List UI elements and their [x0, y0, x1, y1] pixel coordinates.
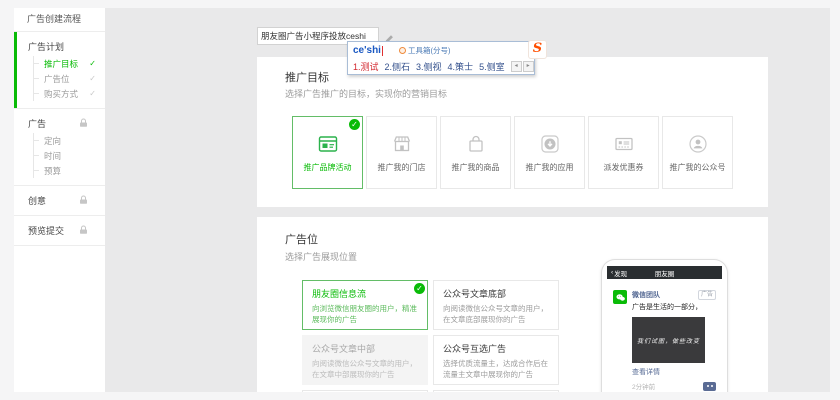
goal-card-coupon[interactable]: 派发优惠券 — [588, 116, 659, 189]
placement-option-article-bottom[interactable]: 公众号文章底部 向阅读微信公众号文章的用户，在文章底部展现你的广告 — [433, 280, 559, 330]
steps-sidebar: 广告创建流程 广告计划 推广目标 ✓ 广告位 ✓ 购买方式 ✓ 广告 — [14, 8, 105, 392]
sidebar-item-plan[interactable]: 广告计划 — [14, 38, 105, 54]
placement-option-article-middle: 公众号文章中部 向阅读微信公众号文章的用户，在文章中部展现你的广告 — [302, 335, 428, 385]
toolbox-icon — [399, 47, 406, 54]
sidebar-section-creative: 创意 — [14, 186, 105, 216]
wechat-team-avatar — [613, 290, 627, 304]
comment-dots-icon — [703, 382, 716, 391]
check-icon: ✓ — [89, 59, 96, 68]
ime-candidate-1[interactable]: 1.测试 — [353, 60, 379, 73]
goal-section-subtitle: 选择广告推广的目标，实现你的营销目标 — [285, 87, 447, 100]
sidebar-item-goal[interactable]: 推广目标 ✓ — [34, 56, 105, 71]
goal-card-store[interactable]: 推广我的门店 — [366, 116, 437, 189]
sidebar-item-targeting[interactable]: 定向 — [34, 133, 105, 148]
check-icon: ✓ — [89, 74, 96, 83]
promotion-goal-panel: 推广目标 选择广告推广的目标，实现你的营销目标 ✓ 推广品牌活动 — [257, 57, 768, 207]
lock-icon — [79, 225, 88, 235]
goal-card-app[interactable]: 推广我的应用 — [514, 116, 585, 189]
official-account-icon — [686, 132, 710, 156]
sidebar-section-ad: 广告 定向 时间 预算 — [14, 109, 105, 186]
sidebar-item-time[interactable]: 时间 — [34, 148, 105, 163]
brand-activity-icon — [316, 132, 340, 156]
preview-timestamp: 2分钟前 — [632, 381, 655, 391]
ime-candidate-3[interactable]: 3.侧视 — [416, 60, 442, 73]
preview-detail-link: 查看详情 — [632, 367, 716, 377]
sidebar-section-plan: 广告计划 推广目标 ✓ 广告位 ✓ 购买方式 ✓ — [14, 32, 105, 109]
sidebar-item-budget[interactable]: 预算 — [34, 163, 105, 178]
wechat-logo-icon — [615, 292, 626, 303]
ad-placement-panel: 广告位 选择广告展现位置 ✓ 朋友圈信息流 向浏览微信朋友圈的用户，精准展现你的… — [257, 217, 768, 392]
coupon-icon — [612, 132, 636, 156]
preview-back-button: ‹ 发现 — [611, 268, 627, 278]
sidebar-section-submit: 预览提交 — [14, 216, 105, 246]
preview-ad-image: 我们试图，做些改变 — [632, 317, 705, 363]
sidebar-item-placement[interactable]: 广告位 ✓ — [34, 71, 105, 86]
preview-post-text: 广告是生活的一部分， — [632, 302, 716, 312]
sidebar-item-ad[interactable]: 广告 — [14, 115, 105, 131]
placement-section-subtitle: 选择广告展现位置 — [285, 250, 357, 263]
preview-nav-bar: 朋友圈 ‹ 发现 — [607, 266, 722, 279]
preview-ad-image-caption: 我们试图，做些改变 — [637, 336, 700, 345]
app-download-icon — [538, 132, 562, 156]
ime-candidate-2[interactable]: 2.侧石 — [385, 60, 411, 73]
goal-card-product[interactable]: 推广我的商品 — [440, 116, 511, 189]
preview-ad-post: 广告 微信团队 广告是生活的一部分， 我们试图，做些改变 查看详情 2分钟前 — [607, 279, 722, 392]
ime-candidate-4[interactable]: 4.策士 — [448, 60, 474, 73]
sidebar-item-preview-submit[interactable]: 预览提交 — [14, 222, 105, 238]
ime-popup: ce'shi 工具箱(分号) 1.测试 2.侧石 3.侧视 4.策士 5.侧室 … — [347, 41, 535, 75]
store-icon — [390, 132, 414, 156]
goal-card-official-account[interactable]: 推广我的公众号 — [662, 116, 733, 189]
ad-label-badge: 广告 — [698, 290, 716, 300]
placement-section-title: 广告位 — [285, 231, 318, 247]
shopping-bag-icon — [464, 132, 488, 156]
placement-option-cutoff — [433, 390, 559, 392]
ime-candidate-5[interactable]: 5.侧室 — [479, 60, 505, 73]
placement-option-cutoff — [302, 390, 428, 392]
sidebar-item-creative[interactable]: 创意 — [14, 192, 105, 208]
ime-page-prev-icon[interactable]: ◂ — [511, 61, 522, 72]
check-icon: ✓ — [89, 89, 96, 98]
selected-check-badge-icon: ✓ — [349, 119, 360, 130]
moments-preview-phone: 朋友圈 ‹ 发现 广告 微信团队 广告 — [601, 259, 728, 392]
goal-section-title: 推广目标 — [285, 69, 329, 85]
ime-toolbox-button[interactable]: 工具箱(分号) — [399, 45, 451, 56]
ime-page-next-icon[interactable]: ▸ — [523, 61, 534, 72]
selected-check-badge-icon: ✓ — [414, 283, 425, 294]
ime-composition-text: ce'shi — [353, 45, 381, 56]
sidebar-item-buy-method[interactable]: 购买方式 ✓ — [34, 86, 105, 101]
lock-icon — [79, 118, 88, 128]
goal-card-brand-activity[interactable]: ✓ 推广品牌活动 — [292, 116, 363, 189]
placement-option-mutual-select[interactable]: 公众号互选广告 选择优质流量主，达成合作后在流量主文章中展现你的广告 — [433, 335, 559, 385]
ime-caret — [382, 46, 383, 56]
lock-icon — [79, 195, 88, 205]
sogou-logo-icon[interactable]: S — [528, 40, 547, 59]
placement-option-moments-feed[interactable]: ✓ 朋友圈信息流 向浏览微信朋友圈的用户，精准展现你的广告 — [302, 280, 428, 330]
back-chevron-icon: ‹ — [611, 269, 613, 276]
sidebar-header: 广告创建流程 — [14, 8, 105, 32]
